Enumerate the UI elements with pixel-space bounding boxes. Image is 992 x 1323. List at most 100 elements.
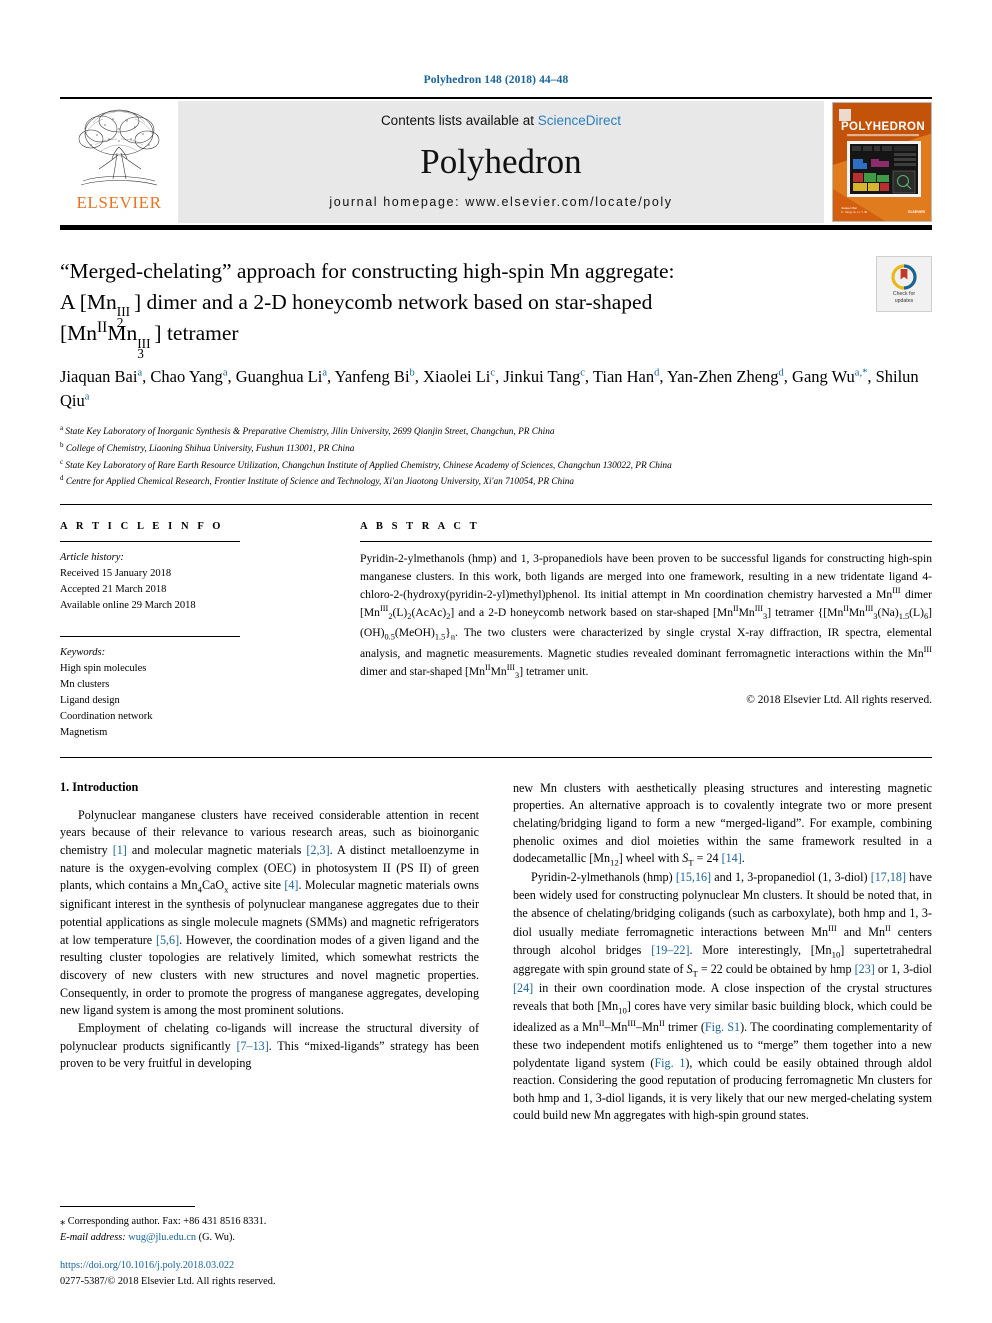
affiliation-item: a State Key Laboratory of Inorganic Synt… <box>60 424 555 438</box>
title-line-3-part-a: [Mn <box>60 321 98 346</box>
reference-link[interactable]: [2,3] <box>306 843 329 857</box>
sciencedirect-link[interactable]: ScienceDirect <box>538 113 621 128</box>
email-owner: (G. Wu). <box>198 1231 235 1243</box>
affiliation-marker: a <box>60 424 64 433</box>
history-accepted: Accepted 21 March 2018 <box>60 584 167 596</box>
title-line-1: “Merged-chelating” approach for construc… <box>60 259 675 283</box>
keyword-item-3: Ligand design <box>60 694 120 706</box>
keyword-item-4: Coordination network <box>60 710 153 722</box>
reference-link[interactable]: [15,16] <box>676 870 711 884</box>
elsevier-tree-icon <box>78 109 160 186</box>
body-two-column-layout: 1. Introduction Polynuclear manganese cl… <box>60 758 932 1125</box>
keyword-item-1: High spin molecules <box>60 662 147 674</box>
reference-link[interactable]: [23] <box>855 962 875 976</box>
svg-text:ELSEVIER: ELSEVIER <box>908 210 925 214</box>
email-note: E-mail address: wug@jlu.edu.cn (G. Wu). <box>60 1230 460 1245</box>
reference-link[interactable]: [1] <box>113 843 127 857</box>
affiliation-item: b College of Chemistry, Liaoning Shihua … <box>60 440 355 455</box>
author-affiliation-marker: a <box>137 367 143 379</box>
reference-link[interactable]: [19–22] <box>651 943 689 957</box>
crossmark-label: Check for updates <box>893 291 915 304</box>
article-history-label: Article history: <box>60 552 124 564</box>
author-name: Tian Han <box>592 366 655 386</box>
corresponding-author-symbol: ⁎ <box>60 1216 66 1228</box>
body-right-column: new Mn clusters with aesthetically pleas… <box>513 780 932 1125</box>
article-info-heading: A R T I C L E I N F O <box>60 521 224 533</box>
paper-page: Polyhedron 148 (2018) 44–48 ELSEVIER Con… <box>0 0 992 1323</box>
page-title: “Merged-chelating” approach for construc… <box>60 256 932 361</box>
author-affiliation-marker: a <box>222 367 228 379</box>
email-link[interactable]: wug@jlu.edu.cn <box>128 1232 196 1243</box>
author-affiliation-marker: b <box>409 367 415 379</box>
author-name: Yan-Zhen Zheng <box>667 366 779 386</box>
elsevier-logo: ELSEVIER <box>60 99 178 225</box>
reference-link[interactable]: [14] <box>722 851 742 865</box>
crossmark-line-1: Check for <box>892 291 916 297</box>
left-paragraph-2: Employment of chelating co-ligands will … <box>60 1021 479 1071</box>
reference-link[interactable]: [5,6] <box>156 933 179 947</box>
body-left-column: 1. Introduction Polynuclear manganese cl… <box>60 780 479 1125</box>
right-paragraph-2: Pyridin-2-ylmethanols (hmp) [15,16] and … <box>513 870 933 1123</box>
figure-link[interactable]: Fig. 1 <box>654 1056 685 1070</box>
journal-cover-thumbnail[interactable]: POLYHEDRON Jiaquan Bai C. Yang, G. Li, Y… <box>824 99 932 225</box>
figure-link[interactable]: Fig. S1 <box>705 1020 740 1034</box>
abstract-heading: A B S T R A C T <box>360 521 480 533</box>
author-name: Gang Wu <box>792 366 855 386</box>
reference-link[interactable]: [7–13] <box>236 1039 268 1053</box>
title-sup-ii: II <box>97 319 108 337</box>
left-paragraph-1: Polynuclear manganese clusters have rece… <box>60 807 480 1018</box>
title-sup-iii-2: III <box>137 335 151 351</box>
journal-title: Polyhedron <box>420 142 582 181</box>
reference-link[interactable]: [4] <box>284 878 298 892</box>
author-list: Jiaquan Baia, Chao Yanga, Guanghua Lia, … <box>60 366 919 411</box>
abstract-copyright: © 2018 Elsevier Ltd. All rights reserved… <box>746 693 932 706</box>
page-footer: ⁎ Corresponding author. Fax: +86 431 851… <box>60 1206 460 1289</box>
reference-link[interactable]: [17,18] <box>871 870 906 884</box>
author-affiliation-marker: c <box>490 367 496 379</box>
affiliation-item: d Centre for Applied Chemical Research, … <box>60 474 575 488</box>
author-name: Guanghua Li <box>235 366 323 386</box>
affiliation-marker: b <box>60 440 64 449</box>
cover-image: POLYHEDRON Jiaquan Bai C. Yang, G. Li, Y… <box>832 102 932 222</box>
author-affiliation-marker: a <box>84 391 90 403</box>
email-label: E-mail address: <box>60 1231 126 1243</box>
article-info-rule <box>60 541 240 543</box>
keywords-rule <box>60 636 240 638</box>
crossmark-line-2: updates <box>894 297 914 304</box>
svg-text:C. Yang, G. Li, Y. Bi: C. Yang, G. Li, Y. Bi <box>841 210 867 214</box>
contents-available-line: Contents lists available at ScienceDirec… <box>381 113 621 128</box>
affiliation-item: c State Key Laboratory of Rare Earth Res… <box>60 457 672 471</box>
author-name: Chao Yang <box>150 366 223 386</box>
affiliation-list: a State Key Laboratory of Inorganic Synt… <box>60 423 932 490</box>
history-online: Available online 29 March 2018 <box>60 600 196 612</box>
reference-link[interactable]: [24] <box>513 981 533 995</box>
journal-masthead: ELSEVIER Contents lists available at Sci… <box>60 99 932 225</box>
corresponding-author-note: ⁎ Corresponding author. Fax: +86 431 851… <box>60 1214 460 1229</box>
abstract-text: Pyridin-2-ylmethanols (hmp) and 1, 3-pro… <box>360 552 932 681</box>
masthead-center-panel: Contents lists available at ScienceDirec… <box>178 101 824 223</box>
abstract-column: A B S T R A C T Pyridin-2-ylmethanols (h… <box>360 521 932 741</box>
author-affiliation-marker: a,* <box>854 367 868 379</box>
right-paragraph-1: new Mn clusters with aesthetically pleas… <box>513 780 932 868</box>
keywords-label: Keywords: <box>60 647 106 659</box>
footnote-rule <box>60 1206 195 1208</box>
running-head: Polyhedron 148 (2018) 44–48 <box>423 74 569 86</box>
article-info-column: A R T I C L E I N F O Article history: R… <box>60 521 360 741</box>
title-line-2-part-a: A [Mn <box>60 289 117 314</box>
journal-homepage-line[interactable]: journal homepage: www.elsevier.com/locat… <box>329 195 672 209</box>
issn-copyright: 0277-5387/© 2018 Elsevier Ltd. All right… <box>60 1275 276 1287</box>
author-affiliation-marker: a <box>322 367 328 379</box>
affiliation-marker: c <box>60 457 64 466</box>
history-received: Received 15 January 2018 <box>60 568 172 580</box>
keyword-item-5: Magnetism <box>60 726 108 738</box>
keyword-item-2: Mn clusters <box>60 678 110 690</box>
crossmark-badge[interactable]: Check for updates <box>876 256 932 312</box>
contents-prefix: Contents lists available at <box>380 113 538 128</box>
title-sup-iii: III <box>116 303 131 319</box>
intro-heading: 1. Introduction <box>60 779 139 794</box>
doi-link[interactable]: https://doi.org/10.1016/j.poly.2018.03.0… <box>60 1258 460 1273</box>
elsevier-wordmark: ELSEVIER <box>76 193 162 212</box>
cover-artwork: POLYHEDRON Jiaquan Bai C. Yang, G. Li, Y… <box>833 103 931 221</box>
author-name: Xiaolei Li <box>423 366 491 386</box>
abstract-rule <box>360 541 932 543</box>
